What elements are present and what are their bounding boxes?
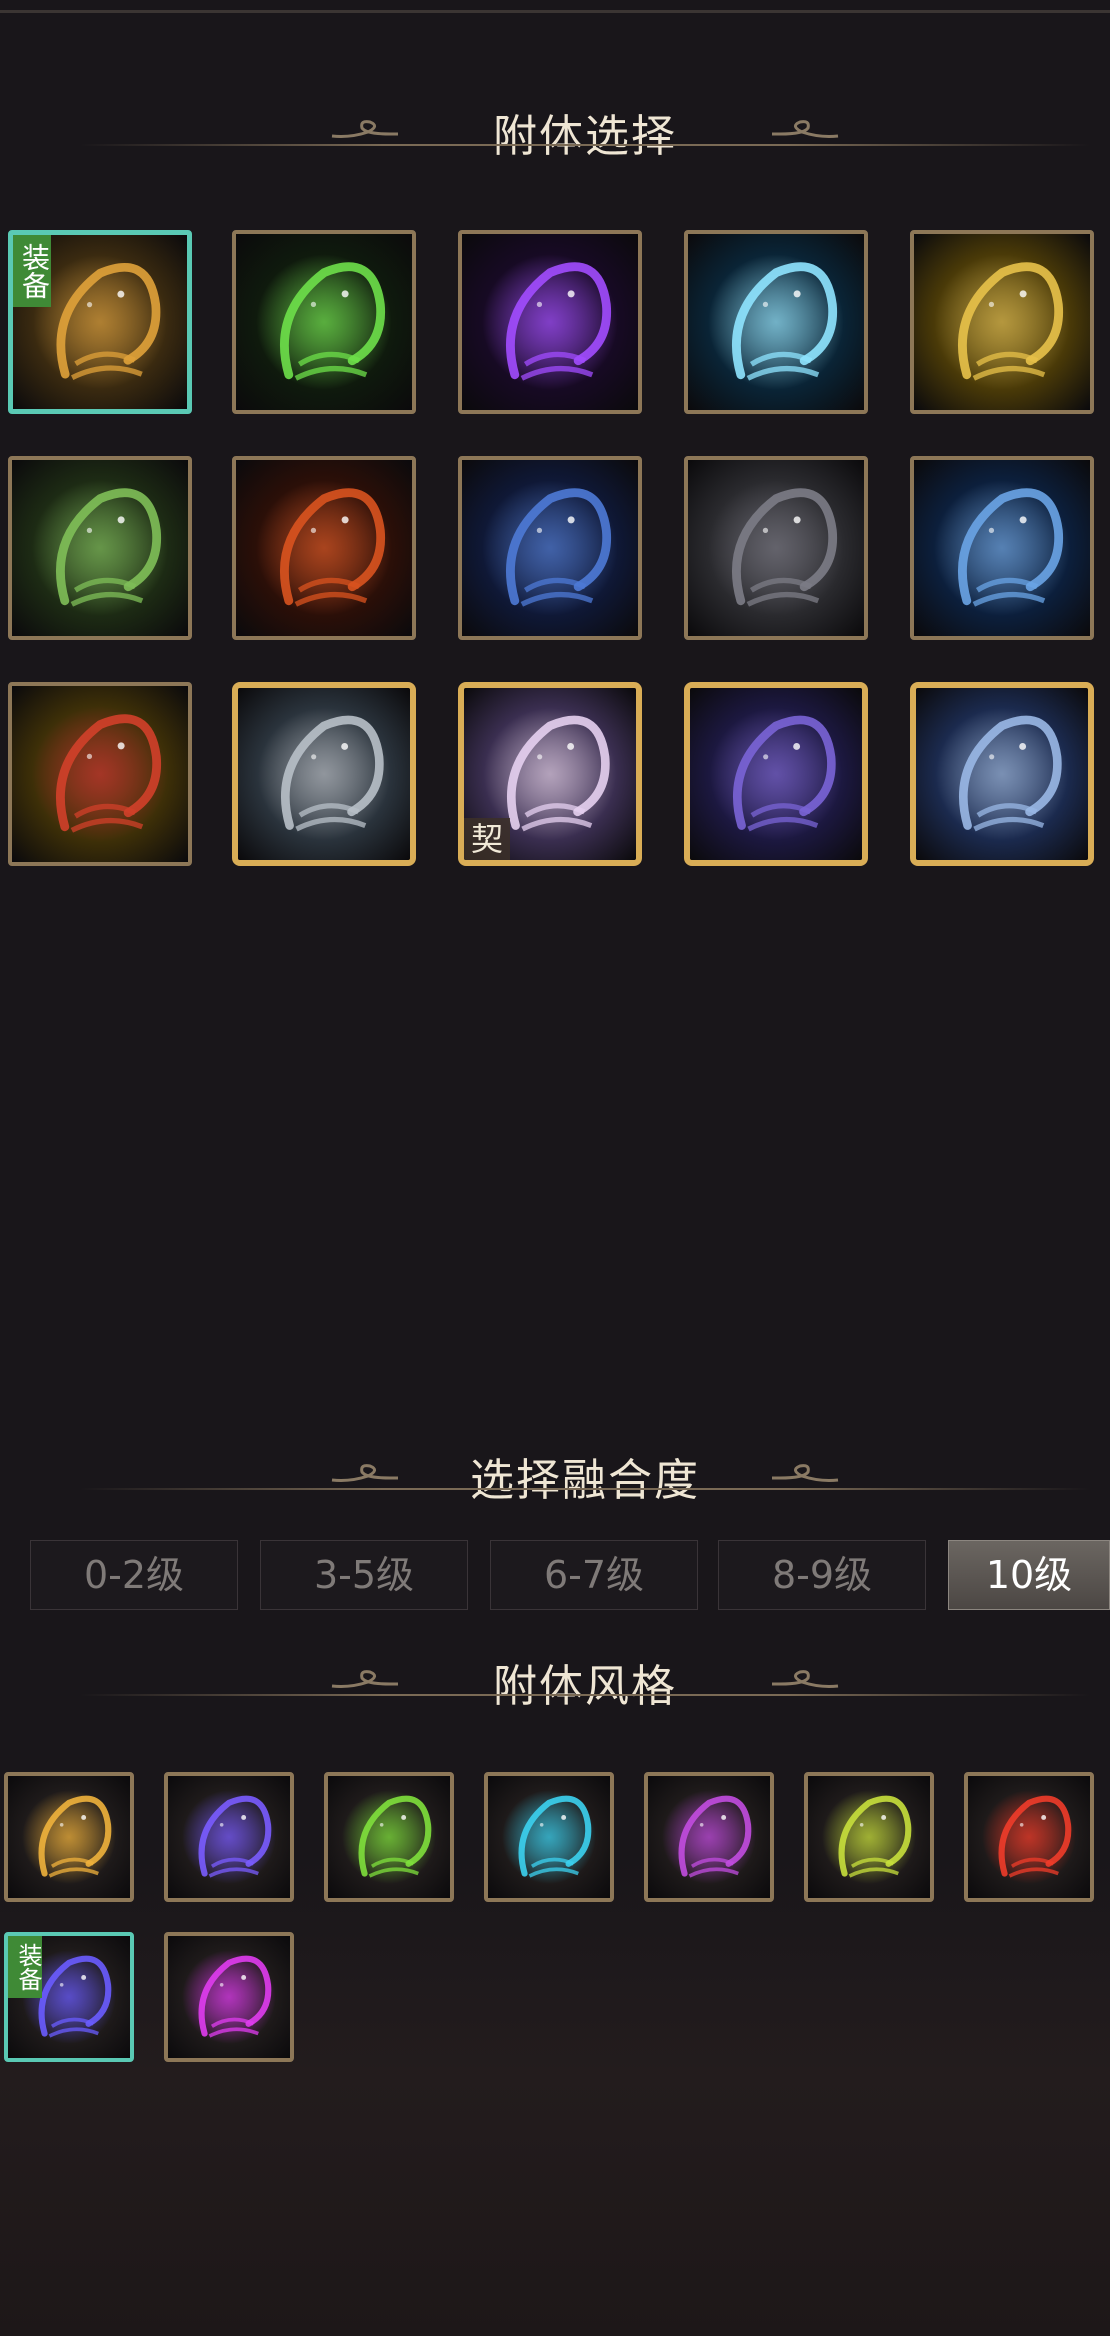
attach-tile-fire-figure[interactable] — [232, 456, 416, 640]
contract-badge: 契 — [464, 818, 510, 860]
green-flame-icon — [236, 234, 412, 410]
fusion-level-tab[interactable]: 8-9级 — [718, 1540, 926, 1610]
gold-style-icon — [8, 1776, 130, 1898]
dark-crows-icon — [688, 460, 864, 636]
swirl-ornament-icon — [772, 1464, 839, 1482]
purple-style-icon — [648, 1776, 770, 1898]
style-tile-indigo-style[interactable] — [164, 1772, 294, 1902]
attach-tile-azure-feathers[interactable] — [458, 456, 642, 640]
attach-tile-crimson-phoenix[interactable] — [8, 682, 192, 866]
style-section-title: 附体风格 — [493, 1661, 677, 1712]
attach-section-header: 附体选择 — [80, 98, 1090, 162]
attach-tile-gold-phoenix[interactable] — [910, 230, 1094, 414]
azure-feathers-icon — [462, 460, 638, 636]
header-rule — [80, 144, 1090, 146]
crimson-phoenix-icon — [12, 686, 188, 862]
cyan-style-icon — [488, 1776, 610, 1898]
magenta-style-icon — [168, 1936, 290, 2058]
equipped-badge: 装备 — [8, 1936, 42, 1998]
equipped-badge: 装备 — [13, 235, 51, 307]
violet-butterfly-icon — [462, 234, 638, 410]
fusion-level-tab[interactable]: 0-2级 — [30, 1540, 238, 1610]
attach-tile-golden-crescent[interactable]: 装备 — [8, 230, 192, 414]
rainbow-style-icon — [808, 1776, 930, 1898]
style-tile-purple-style[interactable] — [644, 1772, 774, 1902]
silver-wings-icon — [238, 688, 410, 860]
attach-tile-violet-butterfly[interactable] — [458, 230, 642, 414]
starlight-wings-icon — [690, 688, 862, 860]
header-rule — [80, 1694, 1090, 1696]
attach-tile-starlight-wings[interactable] — [684, 682, 868, 866]
ice-crane-icon — [688, 234, 864, 410]
style-tile-blue-violet-style[interactable]: 装备 — [4, 1932, 134, 2062]
attach-tile-frost-dragon[interactable] — [910, 456, 1094, 640]
swirl-ornament-icon — [772, 1670, 839, 1688]
top-divider — [0, 10, 1110, 13]
style-section-header: 附体风格 — [80, 1648, 1090, 1712]
attach-tile-moon-crescent[interactable] — [910, 682, 1094, 866]
fire-figure-icon — [236, 460, 412, 636]
style-tile-gold-style[interactable] — [4, 1772, 134, 1902]
green-wings-icon — [12, 460, 188, 636]
attach-tile-green-wings[interactable] — [8, 456, 192, 640]
fusion-level-tab[interactable]: 10级 — [948, 1540, 1110, 1610]
fusion-level-tab[interactable]: 3-5级 — [260, 1540, 468, 1610]
attach-tile-silver-wings[interactable] — [232, 682, 416, 866]
frost-dragon-icon — [914, 460, 1090, 636]
style-tile-magenta-style[interactable] — [164, 1932, 294, 2062]
header-rule — [80, 1488, 1090, 1490]
gold-phoenix-icon — [914, 234, 1090, 410]
style-tile-cyan-style[interactable] — [484, 1772, 614, 1902]
attach-tile-dark-crows[interactable] — [684, 456, 868, 640]
attach-tile-ice-crane[interactable] — [684, 230, 868, 414]
style-tile-rainbow-style[interactable] — [804, 1772, 934, 1902]
fusion-level-tab[interactable]: 6-7级 — [490, 1540, 698, 1610]
red-style-icon — [968, 1776, 1090, 1898]
fusion-section-title: 选择融合度 — [470, 1455, 700, 1506]
moon-crescent-icon — [916, 688, 1088, 860]
attach-tile-green-flame[interactable] — [232, 230, 416, 414]
attach-section-title: 附体选择 — [493, 111, 677, 162]
swirl-ornament-icon — [772, 120, 839, 138]
style-tile-red-style[interactable] — [964, 1772, 1094, 1902]
fusion-section-header: 选择融合度 — [80, 1442, 1090, 1506]
attach-tile-lotus-spirit[interactable]: 契 — [458, 682, 642, 866]
indigo-style-icon — [168, 1776, 290, 1898]
style-tile-lime-style[interactable] — [324, 1772, 454, 1902]
lime-style-icon — [328, 1776, 450, 1898]
